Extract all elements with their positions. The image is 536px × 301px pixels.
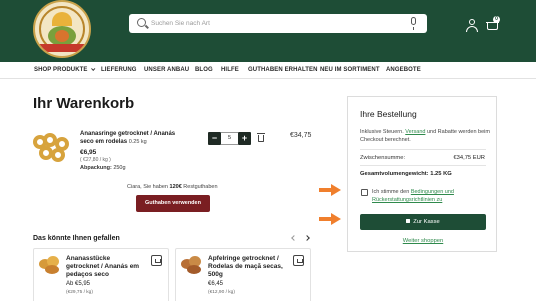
product-card[interactable]: Ananasstücke getrocknet / Ananás em peda… <box>33 248 169 301</box>
product-card-unit-price: (€29,75 / kg) <box>66 290 93 295</box>
page-title: Ihr Warenkorb <box>33 95 135 112</box>
decrease-quantity-button[interactable]: − <box>208 132 221 145</box>
nav-shop-produkte[interactable]: SHOP PRODUKTE <box>34 66 95 73</box>
cart-item-price: €6,95 <box>80 149 97 156</box>
increase-quantity-button[interactable]: + <box>238 132 251 145</box>
product-card-name[interactable]: Apfelringe getrocknet / Rodelas de maçã … <box>208 255 286 279</box>
add-to-cart-icon[interactable] <box>151 255 162 266</box>
quantity-input[interactable]: 5 <box>221 132 238 145</box>
order-summary-title: Ihre Bestellung <box>360 109 417 119</box>
quantity-stepper: − 5 + <box>208 132 251 145</box>
annotation-arrow-icon <box>319 184 341 196</box>
chevron-left-icon[interactable] <box>291 235 297 241</box>
product-thumbnail[interactable] <box>181 256 203 276</box>
shipping-link[interactable]: Versand <box>405 129 425 135</box>
product-thumbnail[interactable] <box>39 256 61 276</box>
annotation-arrow-icon <box>319 213 341 225</box>
product-card-name[interactable]: Ananasstücke getrocknet / Ananás em peda… <box>66 255 144 279</box>
microphone-icon[interactable] <box>411 17 416 30</box>
main-navigation: SHOP PRODUKTE LIEFERUNG UNSER ANBAU BLOG… <box>0 62 536 79</box>
chevron-right-icon[interactable] <box>304 235 310 241</box>
subtotal-label: Zwischensumme: <box>360 155 406 161</box>
product-image[interactable] <box>33 133 71 163</box>
terms-label: Ich stimme den Bedingungen und Rückersta… <box>372 189 454 203</box>
nav-guthaben-erhalten[interactable]: GUTHABEN ERHALTEN <box>248 67 318 73</box>
search-icon <box>137 18 146 27</box>
cart-item-weight: 0.25 kg <box>128 139 147 145</box>
checkout-button[interactable]: Zur Kasse <box>360 214 486 230</box>
nav-lieferung[interactable]: LIEFERUNG <box>101 67 137 73</box>
cart-item-packaging: Abpackung: 250g <box>80 165 126 171</box>
store-logo[interactable] <box>33 0 91 58</box>
nav-blog[interactable]: BLOG <box>195 67 213 73</box>
divider <box>360 165 486 166</box>
account-icon[interactable] <box>466 19 478 32</box>
site-header: 0 <box>0 0 536 62</box>
use-credit-button[interactable]: Guthaben verwenden <box>136 195 210 212</box>
add-to-cart-icon[interactable] <box>293 255 304 266</box>
continue-shopping-link[interactable]: Weiter shoppen <box>348 238 498 244</box>
tax-note: Inklusive Steuern. Versand und Rabatte w… <box>360 129 490 143</box>
trash-icon[interactable] <box>257 133 265 142</box>
product-card-unit-price: (€12,90 / kg) <box>208 290 235 295</box>
order-summary-panel: Ihre Bestellung Inklusive Steuern. Versa… <box>347 96 497 252</box>
nav-unser-anbau[interactable]: UNSER ANBAU <box>144 67 189 73</box>
cart-count-badge: 0 <box>493 16 500 23</box>
product-card-price: Ab €5,95 <box>66 281 91 287</box>
search-input[interactable] <box>151 17 391 30</box>
search-bar[interactable] <box>129 14 427 33</box>
nav-neu-im-sortiment[interactable]: NEU IM SORTIMENT <box>320 67 380 73</box>
chevron-down-icon <box>90 66 95 71</box>
product-card[interactable]: Apfelringe getrocknet / Rodelas de maçã … <box>175 248 311 301</box>
subtotal-value: €34,75 EUR <box>453 155 485 161</box>
nav-angebote[interactable]: ANGEBOTE <box>386 67 421 73</box>
terms-checkbox[interactable] <box>361 189 368 196</box>
cart-item-total: €34,75 <box>290 132 312 139</box>
credit-balance-text: Ciara, Sie haben 120€ Restguthaben <box>127 184 218 190</box>
cart-item-name[interactable]: Ananasringe getrocknet / Ananás seco em … <box>80 130 190 146</box>
cart-item-unit-price: ( €27,80 / kg ) <box>80 157 111 163</box>
lock-icon <box>406 219 411 223</box>
product-card-price: €6,45 <box>208 281 224 287</box>
divider <box>360 149 486 150</box>
nav-hilfe[interactable]: HILFE <box>221 67 239 73</box>
recommendations-title: Das könnte Ihnen gefallen <box>33 235 120 242</box>
total-weight: Gesamtvolumengewicht: 1.25 KG <box>360 171 452 177</box>
